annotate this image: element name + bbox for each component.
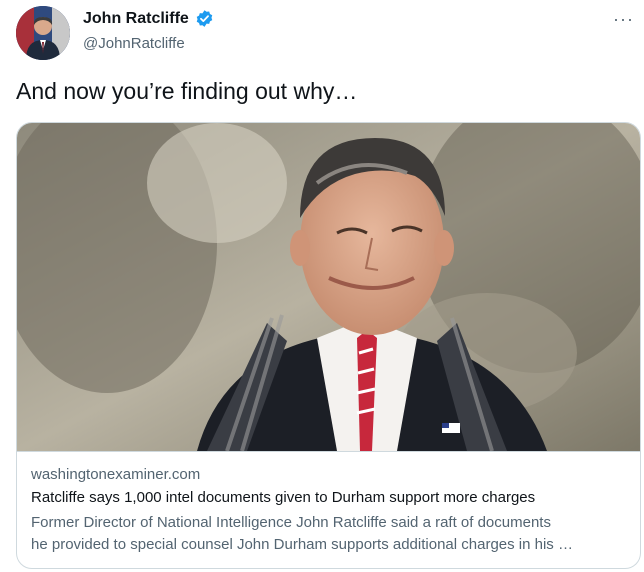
author-handle[interactable]: @JohnRatcliffe — [83, 35, 185, 52]
link-card[interactable]: washingtonexaminer.com Ratcliffe says 1,… — [16, 122, 641, 569]
card-description-line-1: Former Director of National Intelligence… — [31, 514, 551, 531]
author-avatar[interactable] — [16, 6, 70, 60]
card-domain: washingtonexaminer.com — [31, 466, 201, 483]
more-options-icon[interactable]: ··· — [613, 9, 634, 30]
verified-badge-icon — [195, 9, 214, 28]
card-headline: Ratcliffe says 1,000 intel documents giv… — [31, 489, 536, 506]
card-description-line-2: he provided to special counsel John Durh… — [31, 536, 573, 553]
card-meta[interactable]: washingtonexaminer.com Ratcliffe says 1,… — [17, 451, 640, 568]
author-name[interactable]: John Ratcliffe — [83, 10, 189, 28]
card-description: Former Director of National Intelligence… — [31, 512, 628, 556]
author-name-row: John Ratcliffe — [83, 9, 214, 28]
tweet-text: And now you’re finding out why… — [16, 78, 358, 104]
tweet: John Ratcliffe @JohnRatcliffe ··· And no… — [0, 0, 644, 572]
card-image[interactable] — [17, 123, 640, 451]
